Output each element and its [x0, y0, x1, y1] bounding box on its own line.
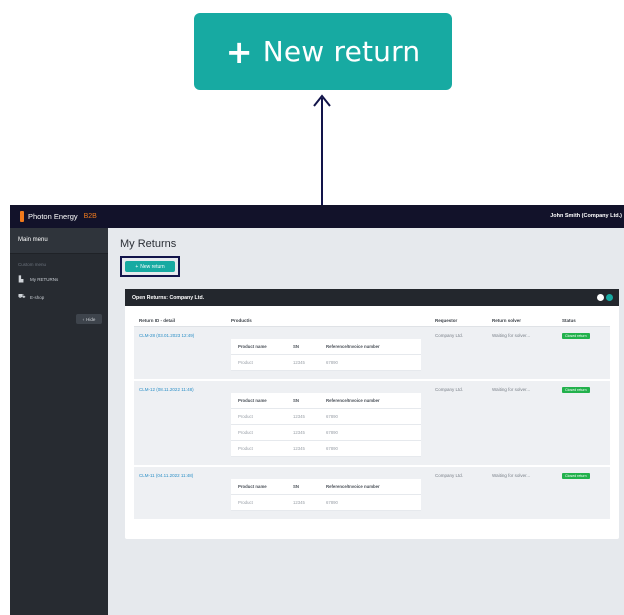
subtable-header-ref: Reference/Invoice number — [326, 484, 380, 489]
product-ref: 67890 — [326, 500, 338, 505]
open-returns-panel: Open Returns: Company Ltd. Return ID - d… — [125, 289, 619, 539]
product-row: Product 12345 67890 — [231, 495, 421, 511]
subtable-header-ref: Reference/Invoice number — [326, 344, 380, 349]
page-title: My Returns — [120, 238, 177, 250]
sidebar: Main menu Custom menu ▙ My RETURNs ⛟ E-s… — [10, 228, 108, 615]
toggle-dot-icon[interactable] — [597, 294, 604, 301]
requestor: Company Ltd. — [435, 387, 464, 392]
return-id-link[interactable]: CLM-11 (04.11.2022 11:48) — [139, 473, 193, 478]
hide-label: Hide — [86, 316, 96, 322]
chevron-left-icon: ‹ — [82, 316, 85, 322]
brand-name: Photon Energy — [28, 212, 78, 221]
subtable-header-sn: SN — [293, 398, 299, 403]
sidebar-title: Main menu — [10, 228, 108, 254]
new-return-callout-button[interactable]: + New return — [194, 13, 452, 90]
col-header-status: Status — [562, 318, 576, 323]
sidebar-section-label: Custom menu — [18, 262, 47, 267]
subtable-header-ref: Reference/Invoice number — [326, 398, 380, 403]
product-name: Product — [238, 500, 253, 505]
main-content: My Returns + New return Open Returns: Co… — [108, 228, 624, 615]
product-row: Product 12345 67890 — [231, 409, 421, 425]
new-return-label: New return — [140, 263, 165, 270]
col-header-id: Return ID - detail — [139, 318, 176, 323]
table-row: CLM-12 (08.11.2022 11:48) Product name S… — [134, 381, 610, 467]
requestor: Company Ltd. — [435, 333, 464, 338]
product-row: Product 12345 67890 — [231, 441, 421, 457]
app-window: Photon Energy B2B John Smith (Company Lt… — [10, 205, 624, 615]
product-sn: 12345 — [293, 430, 305, 435]
subtable-header-sn: SN — [293, 484, 299, 489]
brand-logo[interactable]: Photon Energy B2B — [20, 211, 97, 222]
products-subtable: Product name SN Reference/Invoice number… — [231, 339, 421, 371]
subtable-header: Product name SN Reference/Invoice number — [231, 479, 421, 495]
status-badge: Closed return — [562, 387, 590, 393]
return-id-link[interactable]: CLM-12 (08.11.2022 11:48) — [139, 387, 194, 392]
panel-title: Open Returns: Company Ltd. — [132, 295, 205, 301]
col-header-solver: Return solver — [492, 318, 522, 323]
new-return-callout-label: New return — [262, 35, 421, 68]
col-header-requestor: Requestor — [435, 318, 458, 323]
new-return-button[interactable]: + New return — [125, 261, 175, 272]
return-id-link[interactable]: CLM-28 (03.01.2023 12:49) — [139, 333, 194, 338]
product-name: Product — [238, 360, 253, 365]
subtable-header-name: Product name — [238, 344, 267, 349]
sidebar-item-eshop[interactable]: ⛟ E-shop — [10, 288, 108, 306]
panel-header: Open Returns: Company Ltd. — [125, 289, 619, 306]
photon-logo-icon — [20, 211, 24, 222]
status-badge: Closed return — [562, 473, 590, 479]
products-subtable: Product name SN Reference/Invoice number… — [231, 479, 421, 511]
product-sn: 12345 — [293, 414, 305, 419]
requestor: Company Ltd. — [435, 473, 464, 478]
return-solver: Waiting for solver... — [492, 473, 531, 478]
product-sn: 12345 — [293, 446, 305, 451]
sidebar-item-label: My RETURNs — [30, 277, 59, 282]
subtable-header-sn: SN — [293, 344, 299, 349]
product-row: Product 12345 67890 — [231, 425, 421, 441]
product-ref: 67890 — [326, 414, 338, 419]
plus-icon: + — [135, 263, 139, 270]
subtable-header: Product name SN Reference/Invoice number — [231, 339, 421, 355]
product-name: Product — [238, 446, 253, 451]
document-icon: ▙ — [18, 277, 24, 283]
user-name[interactable]: John Smith (Company Ltd.) — [550, 213, 622, 219]
return-solver: Waiting for solver... — [492, 333, 531, 338]
sidebar-item-my-returns[interactable]: ▙ My RETURNs — [10, 271, 108, 288]
subtable-header-name: Product name — [238, 484, 267, 489]
hide-sidebar-button[interactable]: ‹ Hide — [76, 314, 102, 324]
product-row: Product 12345 67890 — [231, 355, 421, 371]
product-ref: 67890 — [326, 430, 338, 435]
brand-tag: B2B — [83, 213, 97, 220]
product-name: Product — [238, 414, 253, 419]
arrow-head-icon — [313, 94, 331, 107]
product-ref: 67890 — [326, 360, 338, 365]
returns-table: Return ID - detail Product/s Requestor R… — [134, 315, 610, 521]
status-badge: Closed return — [562, 333, 590, 339]
table-row: CLM-28 (03.01.2023 12:49) Product name S… — [134, 327, 610, 381]
active-dot-icon[interactable] — [606, 294, 613, 301]
return-solver: Waiting for solver... — [492, 387, 531, 392]
subtable-header-name: Product name — [238, 398, 267, 403]
cart-icon: ⛟ — [18, 294, 26, 300]
product-ref: 67890 — [326, 446, 338, 451]
top-bar: Photon Energy B2B John Smith (Company Lt… — [10, 205, 624, 228]
product-sn: 12345 — [293, 500, 305, 505]
plus-icon: + — [225, 32, 253, 71]
sidebar-item-label: E-shop — [30, 294, 45, 300]
product-sn: 12345 — [293, 360, 305, 365]
products-subtable: Product name SN Reference/Invoice number… — [231, 393, 421, 457]
product-name: Product — [238, 430, 253, 435]
col-header-products: Product/s — [231, 318, 252, 323]
subtable-header: Product name SN Reference/Invoice number — [231, 393, 421, 409]
table-header: Return ID - detail Product/s Requestor R… — [134, 315, 610, 327]
table-row: CLM-11 (04.11.2022 11:48) Product name S… — [134, 467, 610, 521]
